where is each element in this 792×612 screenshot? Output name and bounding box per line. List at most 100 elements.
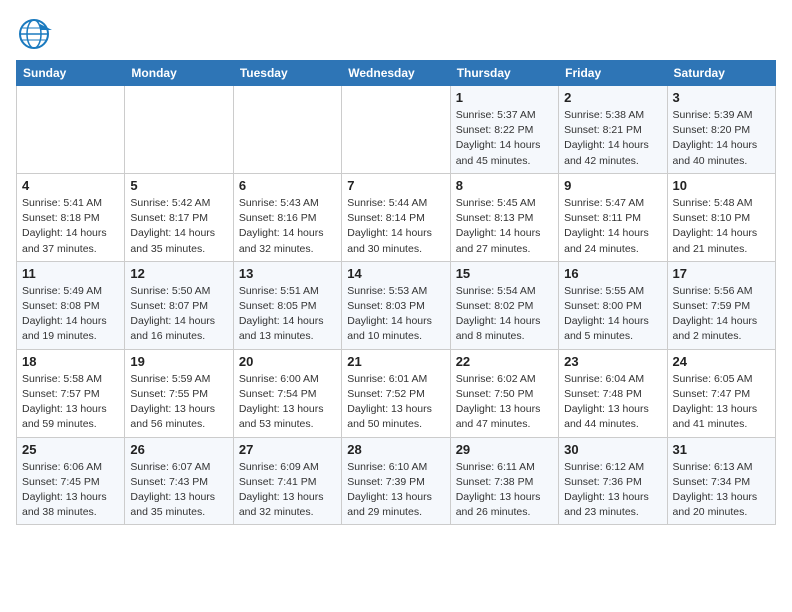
day-info: Sunrise: 5:45 AMSunset: 8:13 PMDaylight:… xyxy=(456,196,553,257)
day-info: Sunrise: 5:39 AMSunset: 8:20 PMDaylight:… xyxy=(673,108,770,169)
day-number: 26 xyxy=(130,442,227,457)
day-number: 3 xyxy=(673,90,770,105)
day-info: Sunrise: 6:00 AMSunset: 7:54 PMDaylight:… xyxy=(239,372,336,433)
day-info: Sunrise: 6:02 AMSunset: 7:50 PMDaylight:… xyxy=(456,372,553,433)
day-number: 14 xyxy=(347,266,444,281)
calendar-cell: 1 Sunrise: 5:37 AMSunset: 8:22 PMDaylight… xyxy=(450,86,558,174)
calendar-cell: 20 Sunrise: 6:00 AMSunset: 7:54 PMDayligh… xyxy=(233,349,341,437)
day-number: 19 xyxy=(130,354,227,369)
day-info: Sunrise: 6:10 AMSunset: 7:39 PMDaylight:… xyxy=(347,460,444,521)
day-info: Sunrise: 5:48 AMSunset: 8:10 PMDaylight:… xyxy=(673,196,770,257)
weekday-header: Monday xyxy=(125,61,233,86)
day-info: Sunrise: 5:37 AMSunset: 8:22 PMDaylight:… xyxy=(456,108,553,169)
calendar-cell: 28 Sunrise: 6:10 AMSunset: 7:39 PMDayligh… xyxy=(342,437,450,525)
calendar-cell: 25 Sunrise: 6:06 AMSunset: 7:45 PMDayligh… xyxy=(17,437,125,525)
day-info: Sunrise: 6:11 AMSunset: 7:38 PMDaylight:… xyxy=(456,460,553,521)
calendar-body: 1 Sunrise: 5:37 AMSunset: 8:22 PMDaylight… xyxy=(17,86,776,525)
calendar-cell: 6Sunrise: 5:43 AMSunset: 8:16 PMDaylight… xyxy=(233,173,341,261)
calendar-header: SundayMondayTuesdayWednesdayThursdayFrid… xyxy=(17,61,776,86)
day-number: 9 xyxy=(564,178,661,193)
calendar-cell: 15Sunrise: 5:54 AMSunset: 8:02 PMDayligh… xyxy=(450,261,558,349)
calendar-cell: 24Sunrise: 6:05 AMSunset: 7:47 PMDayligh… xyxy=(667,349,775,437)
day-info: Sunrise: 5:43 AMSunset: 8:16 PMDaylight:… xyxy=(239,196,336,257)
logo xyxy=(16,16,56,52)
day-number: 13 xyxy=(239,266,336,281)
day-number: 22 xyxy=(456,354,553,369)
day-number: 8 xyxy=(456,178,553,193)
day-info: Sunrise: 6:09 AMSunset: 7:41 PMDaylight:… xyxy=(239,460,336,521)
day-info: Sunrise: 5:56 AMSunset: 7:59 PMDaylight:… xyxy=(673,284,770,345)
calendar-cell: 9Sunrise: 5:47 AMSunset: 8:11 PMDaylight… xyxy=(559,173,667,261)
weekday-header: Sunday xyxy=(17,61,125,86)
day-info: Sunrise: 6:01 AMSunset: 7:52 PMDaylight:… xyxy=(347,372,444,433)
weekday-header: Saturday xyxy=(667,61,775,86)
day-info: Sunrise: 5:38 AMSunset: 8:21 PMDaylight:… xyxy=(564,108,661,169)
weekday-row: SundayMondayTuesdayWednesdayThursdayFrid… xyxy=(17,61,776,86)
day-info: Sunrise: 5:54 AMSunset: 8:02 PMDaylight:… xyxy=(456,284,553,345)
day-info: Sunrise: 5:53 AMSunset: 8:03 PMDaylight:… xyxy=(347,284,444,345)
calendar-week: 1 Sunrise: 5:37 AMSunset: 8:22 PMDaylight… xyxy=(17,86,776,174)
calendar-cell: 22 Sunrise: 6:02 AMSunset: 7:50 PMDayligh… xyxy=(450,349,558,437)
day-info: Sunrise: 6:12 AMSunset: 7:36 PMDaylight:… xyxy=(564,460,661,521)
day-number: 30 xyxy=(564,442,661,457)
day-number: 20 xyxy=(239,354,336,369)
day-info: Sunrise: 5:59 AMSunset: 7:55 PMDaylight:… xyxy=(130,372,227,433)
day-number: 11 xyxy=(22,266,119,281)
calendar-cell: 31 Sunrise: 6:13 AMSunset: 7:34 PMDayligh… xyxy=(667,437,775,525)
calendar-cell xyxy=(233,86,341,174)
page-header xyxy=(16,16,776,52)
calendar-week: 4 Sunrise: 5:41 AMSunset: 8:18 PMDaylight… xyxy=(17,173,776,261)
calendar-cell: 5 Sunrise: 5:42 AMSunset: 8:17 PMDaylight… xyxy=(125,173,233,261)
calendar-cell: 7 Sunrise: 5:44 AMSunset: 8:14 PMDaylight… xyxy=(342,173,450,261)
day-number: 18 xyxy=(22,354,119,369)
weekday-header: Thursday xyxy=(450,61,558,86)
calendar-cell xyxy=(17,86,125,174)
calendar-cell xyxy=(125,86,233,174)
day-info: Sunrise: 5:49 AMSunset: 8:08 PMDaylight:… xyxy=(22,284,119,345)
calendar-cell xyxy=(342,86,450,174)
weekday-header: Tuesday xyxy=(233,61,341,86)
day-number: 1 xyxy=(456,90,553,105)
calendar-cell: 10Sunrise: 5:48 AMSunset: 8:10 PMDayligh… xyxy=(667,173,775,261)
day-number: 29 xyxy=(456,442,553,457)
calendar-cell: 12 Sunrise: 5:50 AMSunset: 8:07 PMDayligh… xyxy=(125,261,233,349)
calendar-cell: 4 Sunrise: 5:41 AMSunset: 8:18 PMDaylight… xyxy=(17,173,125,261)
day-info: Sunrise: 6:06 AMSunset: 7:45 PMDaylight:… xyxy=(22,460,119,521)
calendar-cell: 17Sunrise: 5:56 AMSunset: 7:59 PMDayligh… xyxy=(667,261,775,349)
day-number: 7 xyxy=(347,178,444,193)
calendar-cell: 19 Sunrise: 5:59 AMSunset: 7:55 PMDayligh… xyxy=(125,349,233,437)
calendar-cell: 2Sunrise: 5:38 AMSunset: 8:21 PMDaylight… xyxy=(559,86,667,174)
day-number: 31 xyxy=(673,442,770,457)
calendar-week: 11 Sunrise: 5:49 AMSunset: 8:08 PMDayligh… xyxy=(17,261,776,349)
calendar-cell: 18 Sunrise: 5:58 AMSunset: 7:57 PMDayligh… xyxy=(17,349,125,437)
day-info: Sunrise: 5:50 AMSunset: 8:07 PMDaylight:… xyxy=(130,284,227,345)
calendar-cell: 27 Sunrise: 6:09 AMSunset: 7:41 PMDayligh… xyxy=(233,437,341,525)
day-number: 27 xyxy=(239,442,336,457)
calendar-week: 25 Sunrise: 6:06 AMSunset: 7:45 PMDayligh… xyxy=(17,437,776,525)
day-number: 24 xyxy=(673,354,770,369)
day-info: Sunrise: 5:42 AMSunset: 8:17 PMDaylight:… xyxy=(130,196,227,257)
calendar: SundayMondayTuesdayWednesdayThursdayFrid… xyxy=(16,60,776,525)
logo-icon xyxy=(16,16,52,52)
day-number: 5 xyxy=(130,178,227,193)
calendar-cell: 23Sunrise: 6:04 AMSunset: 7:48 PMDayligh… xyxy=(559,349,667,437)
day-number: 12 xyxy=(130,266,227,281)
day-info: Sunrise: 6:13 AMSunset: 7:34 PMDaylight:… xyxy=(673,460,770,521)
day-number: 21 xyxy=(347,354,444,369)
weekday-header: Wednesday xyxy=(342,61,450,86)
calendar-cell: 14 Sunrise: 5:53 AMSunset: 8:03 PMDayligh… xyxy=(342,261,450,349)
day-info: Sunrise: 5:58 AMSunset: 7:57 PMDaylight:… xyxy=(22,372,119,433)
day-info: Sunrise: 6:07 AMSunset: 7:43 PMDaylight:… xyxy=(130,460,227,521)
day-number: 28 xyxy=(347,442,444,457)
calendar-cell: 16Sunrise: 5:55 AMSunset: 8:00 PMDayligh… xyxy=(559,261,667,349)
day-info: Sunrise: 5:55 AMSunset: 8:00 PMDaylight:… xyxy=(564,284,661,345)
day-number: 4 xyxy=(22,178,119,193)
day-info: Sunrise: 5:41 AMSunset: 8:18 PMDaylight:… xyxy=(22,196,119,257)
day-info: Sunrise: 5:51 AMSunset: 8:05 PMDaylight:… xyxy=(239,284,336,345)
calendar-week: 18 Sunrise: 5:58 AMSunset: 7:57 PMDayligh… xyxy=(17,349,776,437)
calendar-cell: 3 Sunrise: 5:39 AMSunset: 8:20 PMDaylight… xyxy=(667,86,775,174)
day-info: Sunrise: 5:44 AMSunset: 8:14 PMDaylight:… xyxy=(347,196,444,257)
calendar-cell: 21 Sunrise: 6:01 AMSunset: 7:52 PMDayligh… xyxy=(342,349,450,437)
day-number: 25 xyxy=(22,442,119,457)
day-info: Sunrise: 6:04 AMSunset: 7:48 PMDaylight:… xyxy=(564,372,661,433)
